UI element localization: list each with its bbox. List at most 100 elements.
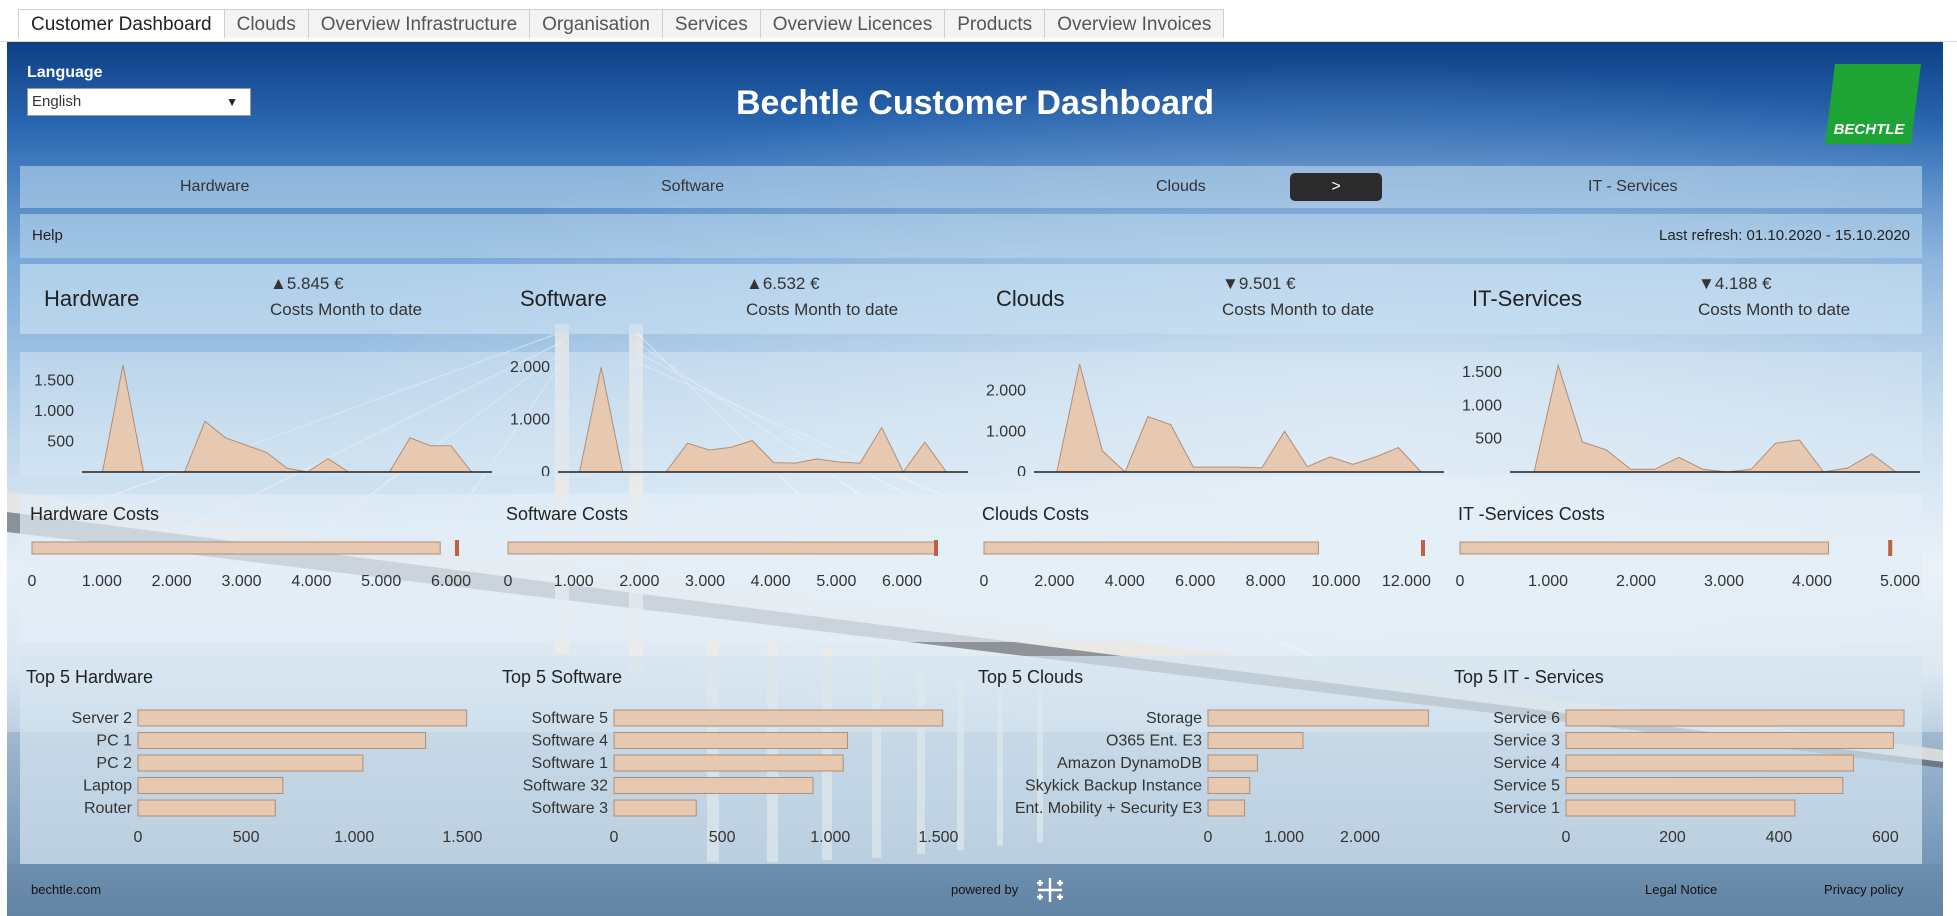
bechtle-logo: BECHTLE [1825,64,1921,144]
top5-bar [1565,709,1905,727]
tab-clouds[interactable]: Clouds [224,9,309,38]
tab-overview-invoices[interactable]: Overview Invoices [1045,9,1225,38]
top5-category-label: Software 1 [532,755,609,772]
top5-x-tick: 200 [1659,829,1686,846]
kpi-hardware-value: ▲5.845 € [270,274,344,293]
tab-overview-licences[interactable]: Overview Licences [760,9,946,38]
help-link[interactable]: Help [32,214,63,258]
top5-category-label: Service 5 [1493,778,1560,795]
top5-bar [1207,777,1251,794]
tab-customer-dashboard[interactable]: Customer Dashboard [18,9,225,38]
top5-category-label: Laptop [83,778,132,795]
top5-x-tick: 500 [233,829,260,846]
tab-organisation[interactable]: Organisation [530,9,663,38]
cost-bar [31,541,441,555]
top5-category-label: PC 1 [96,733,132,750]
tab-products[interactable]: Products [945,9,1046,38]
top5-bar [1565,777,1844,794]
sparkline-area [558,367,968,473]
sparkline-area [82,365,492,473]
cost-x-tick: 2.000 [1034,573,1074,590]
top5-chart-0: Top 5 Hardware Server 2 PC 1 PC 2 Laptop Rout… [26,667,482,846]
cost-chart-1: Software Costs 0 1.000 2.000 3.000 4.000 5.000… [504,504,938,590]
cost-x-tick: 5.000 [361,573,401,590]
sparkline-y-tick: 500 [47,433,74,450]
top5-x-tick: 0 [610,829,619,846]
cost-x-tick: 3.000 [222,573,262,590]
top5-x-tick: 0 [134,829,143,846]
cost-x-tick: 3.000 [685,573,725,590]
top5-category-label: Software 5 [532,710,609,727]
tab-services[interactable]: Services [662,9,761,38]
cost-x-tick: 5.000 [1880,573,1920,590]
top5-category-label: Server 2 [72,710,133,727]
top5-category-label: Service 1 [1493,800,1560,817]
footer-privacy-policy[interactable]: Privacy policy [1824,864,1903,916]
top5-chart-3: Top 5 IT - Services Service 6 Service 3 Ser… [1454,667,1905,846]
dashboard-title: Bechtle Customer Dashboard [736,84,1214,122]
top5-x-tick: 1.000 [810,829,850,846]
kpi-row: Hardware ▲5.845 € Costs Month to date So… [20,264,1922,334]
nav-it-services[interactable]: IT - Services [1588,166,1678,208]
sparkline-y-tick: 2.000 [986,383,1026,400]
top5-bar [613,732,848,749]
top5-bar [613,799,697,817]
top5-category-label: Service 3 [1493,733,1560,750]
kpi-software-name: Software [520,286,607,311]
tableau-icon [1037,878,1063,902]
cost-x-tick: 6.000 [1175,573,1215,590]
top5-chart-title: Top 5 Clouds [978,667,1083,687]
help-bar: Help Last refresh: 01.10.2020 - 15.10.20… [20,214,1922,258]
top5-x-tick: 1.500 [442,829,482,846]
top5-category-label: Service 4 [1493,755,1560,772]
top5-category-label: Ent. Mobility + Security E3 [1015,800,1202,817]
top5-x-tick: 0 [1562,829,1571,846]
cost-reference-marker [934,540,938,556]
kpi-software-label: Costs Month to date [746,300,899,319]
cost-bar [507,541,938,555]
top5-x-tick: 400 [1766,829,1793,846]
cost-x-tick: 0 [980,573,989,590]
top5-bar-charts: Top 5 Hardware Server 2 PC 1 PC 2 Laptop Rout… [26,667,1905,846]
sparkline-hardware: 500 1.000 1.500 [34,365,492,473]
cost-x-tick: 2.000 [619,573,659,590]
sparkline-it_services: 500 1.000 1.500 [1462,363,1920,473]
top5-category-label: Router [84,800,133,817]
kpi-hardware-name: Hardware [44,286,140,311]
top5-bar [1565,754,1854,772]
cost-x-tick: 0 [504,573,513,590]
top5-bar [613,777,814,794]
last-refresh: Last refresh: 01.10.2020 - 15.10.2020 [1658,227,1910,244]
footer-powered-by: powered by [951,882,1019,897]
dashboard: Language English ▼ Bechtle Customer Dash… [7,42,1943,916]
tab-overview-infrastructure[interactable]: Overview Infrastructure [308,9,531,38]
top5-category-label: Storage [1146,710,1202,727]
top5-category-label: Software 32 [523,778,608,795]
cost-bullet-charts: Hardware Costs 0 1.000 2.000 3.000 4.000 5.000… [28,504,1921,590]
cost-x-tick: 0 [28,573,37,590]
top5-chart-1: Top 5 Software Software 5 Software 4 Softwa… [502,667,958,846]
footer-legal-notice[interactable]: Legal Notice [1645,864,1717,916]
top5-bar [137,777,284,794]
nav-hardware[interactable]: Hardware [180,166,249,208]
sparkline-row: 500 1.000 1.500 0 1.000 2.000 0 1.000 2.000 500 1.… [20,352,1922,481]
top5-bar [1207,754,1258,772]
cost-bar [983,541,1319,555]
top5-category-label: Amazon DynamoDB [1057,755,1202,772]
nav-software[interactable]: Software [661,166,724,208]
top5-category-label: Service 6 [1493,710,1560,727]
kpi-clouds-value: ▼9.501 € [1222,274,1296,293]
kpi-software-value: ▲6.532 € [746,274,820,293]
top5-bar [613,709,944,727]
sparkline-area [1034,363,1444,473]
logo-text: BECHTLE [1834,121,1906,138]
top5-category-label: PC 2 [96,755,132,772]
cost-x-tick: 1.000 [1528,573,1568,590]
nav-next-button[interactable]: > [1290,173,1382,201]
cost-x-tick: 2.000 [152,573,192,590]
nav-clouds[interactable]: Clouds [1156,166,1206,208]
cost-chart-title: IT -Services Costs [1458,504,1605,524]
cost-x-tick: 1.000 [554,573,594,590]
top5-x-tick: 2.000 [1340,829,1380,846]
footer-site-link[interactable]: bechtle.com [31,864,101,916]
